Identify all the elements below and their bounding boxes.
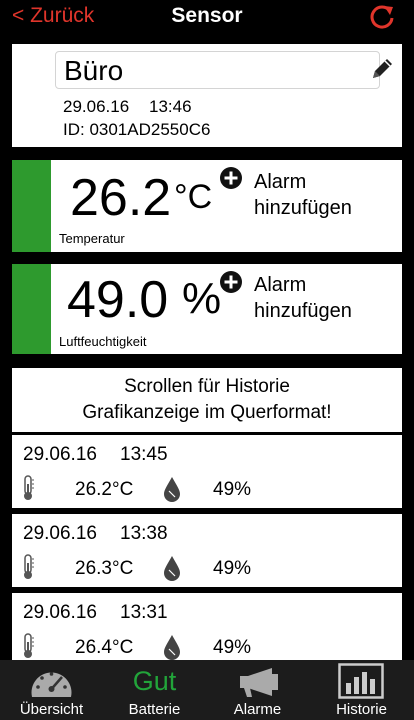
row-humidity: 49% xyxy=(213,558,252,579)
refresh-icon[interactable] xyxy=(368,3,396,31)
sensor-date: 29.06.16 xyxy=(63,97,130,116)
gauge-icon xyxy=(31,672,72,697)
temperature-value: 26.2 xyxy=(70,169,172,227)
row-humidity: 49% xyxy=(213,479,252,500)
sensor-time: 13:46 xyxy=(149,97,192,116)
row-temperature: 26.3°C xyxy=(75,558,134,579)
row-time: 13:31 xyxy=(120,602,168,623)
row-date: 29.06.16 xyxy=(23,444,97,465)
tab-bar: Übersicht Gut Batterie Alarme Historie xyxy=(0,660,414,720)
row-date: 29.06.16 xyxy=(23,523,97,544)
sensor-name-field[interactable]: Büro xyxy=(55,51,380,89)
row-time: 13:38 xyxy=(120,523,168,544)
humidity-value: 49.0 xyxy=(67,271,169,329)
thermometer-icon xyxy=(24,554,34,579)
tab-history-label: Historie xyxy=(336,701,387,718)
tab-battery[interactable]: Gut Batterie xyxy=(103,660,206,720)
humidity-drop-icon xyxy=(164,635,180,660)
pencil-icon[interactable] xyxy=(369,56,395,82)
tab-alarms-label: Alarme xyxy=(233,701,282,718)
row-date: 29.06.16 xyxy=(23,602,97,623)
history-hint: Scrollen für Historie Grafikanzeige im Q… xyxy=(12,368,402,432)
row-temperature: 26.4°C xyxy=(75,637,134,658)
humidity-drop-icon xyxy=(164,556,180,581)
temperature-panel: 26.2 °C Temperatur Alarm hinzufügen xyxy=(12,160,402,252)
nav-bar: < Zurück Sensor xyxy=(0,0,414,42)
humidity-drop-icon xyxy=(164,477,180,502)
history-row[interactable]: 29.06.16 13:45 26.2°C 49% xyxy=(12,435,402,508)
humidity-add-alarm[interactable]: Alarm hinzufügen xyxy=(254,272,352,324)
plus-circle-icon[interactable] xyxy=(219,270,243,294)
humidity-status-bar xyxy=(12,264,51,354)
tab-history[interactable]: Historie xyxy=(309,660,414,720)
bar-chart-icon xyxy=(338,663,384,699)
megaphone-icon xyxy=(240,668,278,697)
page-title: Sensor xyxy=(171,4,243,27)
row-temperature: 26.2°C xyxy=(75,479,134,500)
history-row[interactable]: 29.06.16 13:38 26.3°C 49% xyxy=(12,514,402,587)
tab-battery-label: Batterie xyxy=(128,701,181,718)
humidity-label: Luftfeuchtigkeit xyxy=(59,334,147,349)
sensor-info-panel: Büro 29.06.16 13:46 ID: 0301AD2550C6 xyxy=(12,44,402,147)
row-time: 13:45 xyxy=(120,444,168,465)
history-row[interactable]: 29.06.16 13:31 26.4°C 49% xyxy=(12,593,402,660)
tab-overview-label: Übersicht xyxy=(19,701,84,718)
temperature-add-alarm[interactable]: Alarm hinzufügen xyxy=(254,169,352,221)
temperature-unit: °C xyxy=(174,178,213,216)
humidity-unit: % xyxy=(182,274,222,323)
sensor-id: ID: 0301AD2550C6 xyxy=(63,120,211,139)
tab-alarms[interactable]: Alarme xyxy=(206,660,309,720)
tab-overview[interactable]: Übersicht xyxy=(0,660,103,720)
plus-circle-icon[interactable] xyxy=(219,166,243,190)
thermometer-icon xyxy=(24,475,34,500)
temperature-status-bar xyxy=(12,160,51,252)
temperature-label: Temperatur xyxy=(59,231,125,246)
battery-status: Gut xyxy=(132,666,177,696)
row-humidity: 49% xyxy=(213,637,252,658)
humidity-panel: 49.0 % Luftfeuchtigkeit Alarm hinzufügen xyxy=(12,264,402,354)
thermometer-icon xyxy=(24,633,34,658)
sensor-name: Büro xyxy=(64,55,124,86)
